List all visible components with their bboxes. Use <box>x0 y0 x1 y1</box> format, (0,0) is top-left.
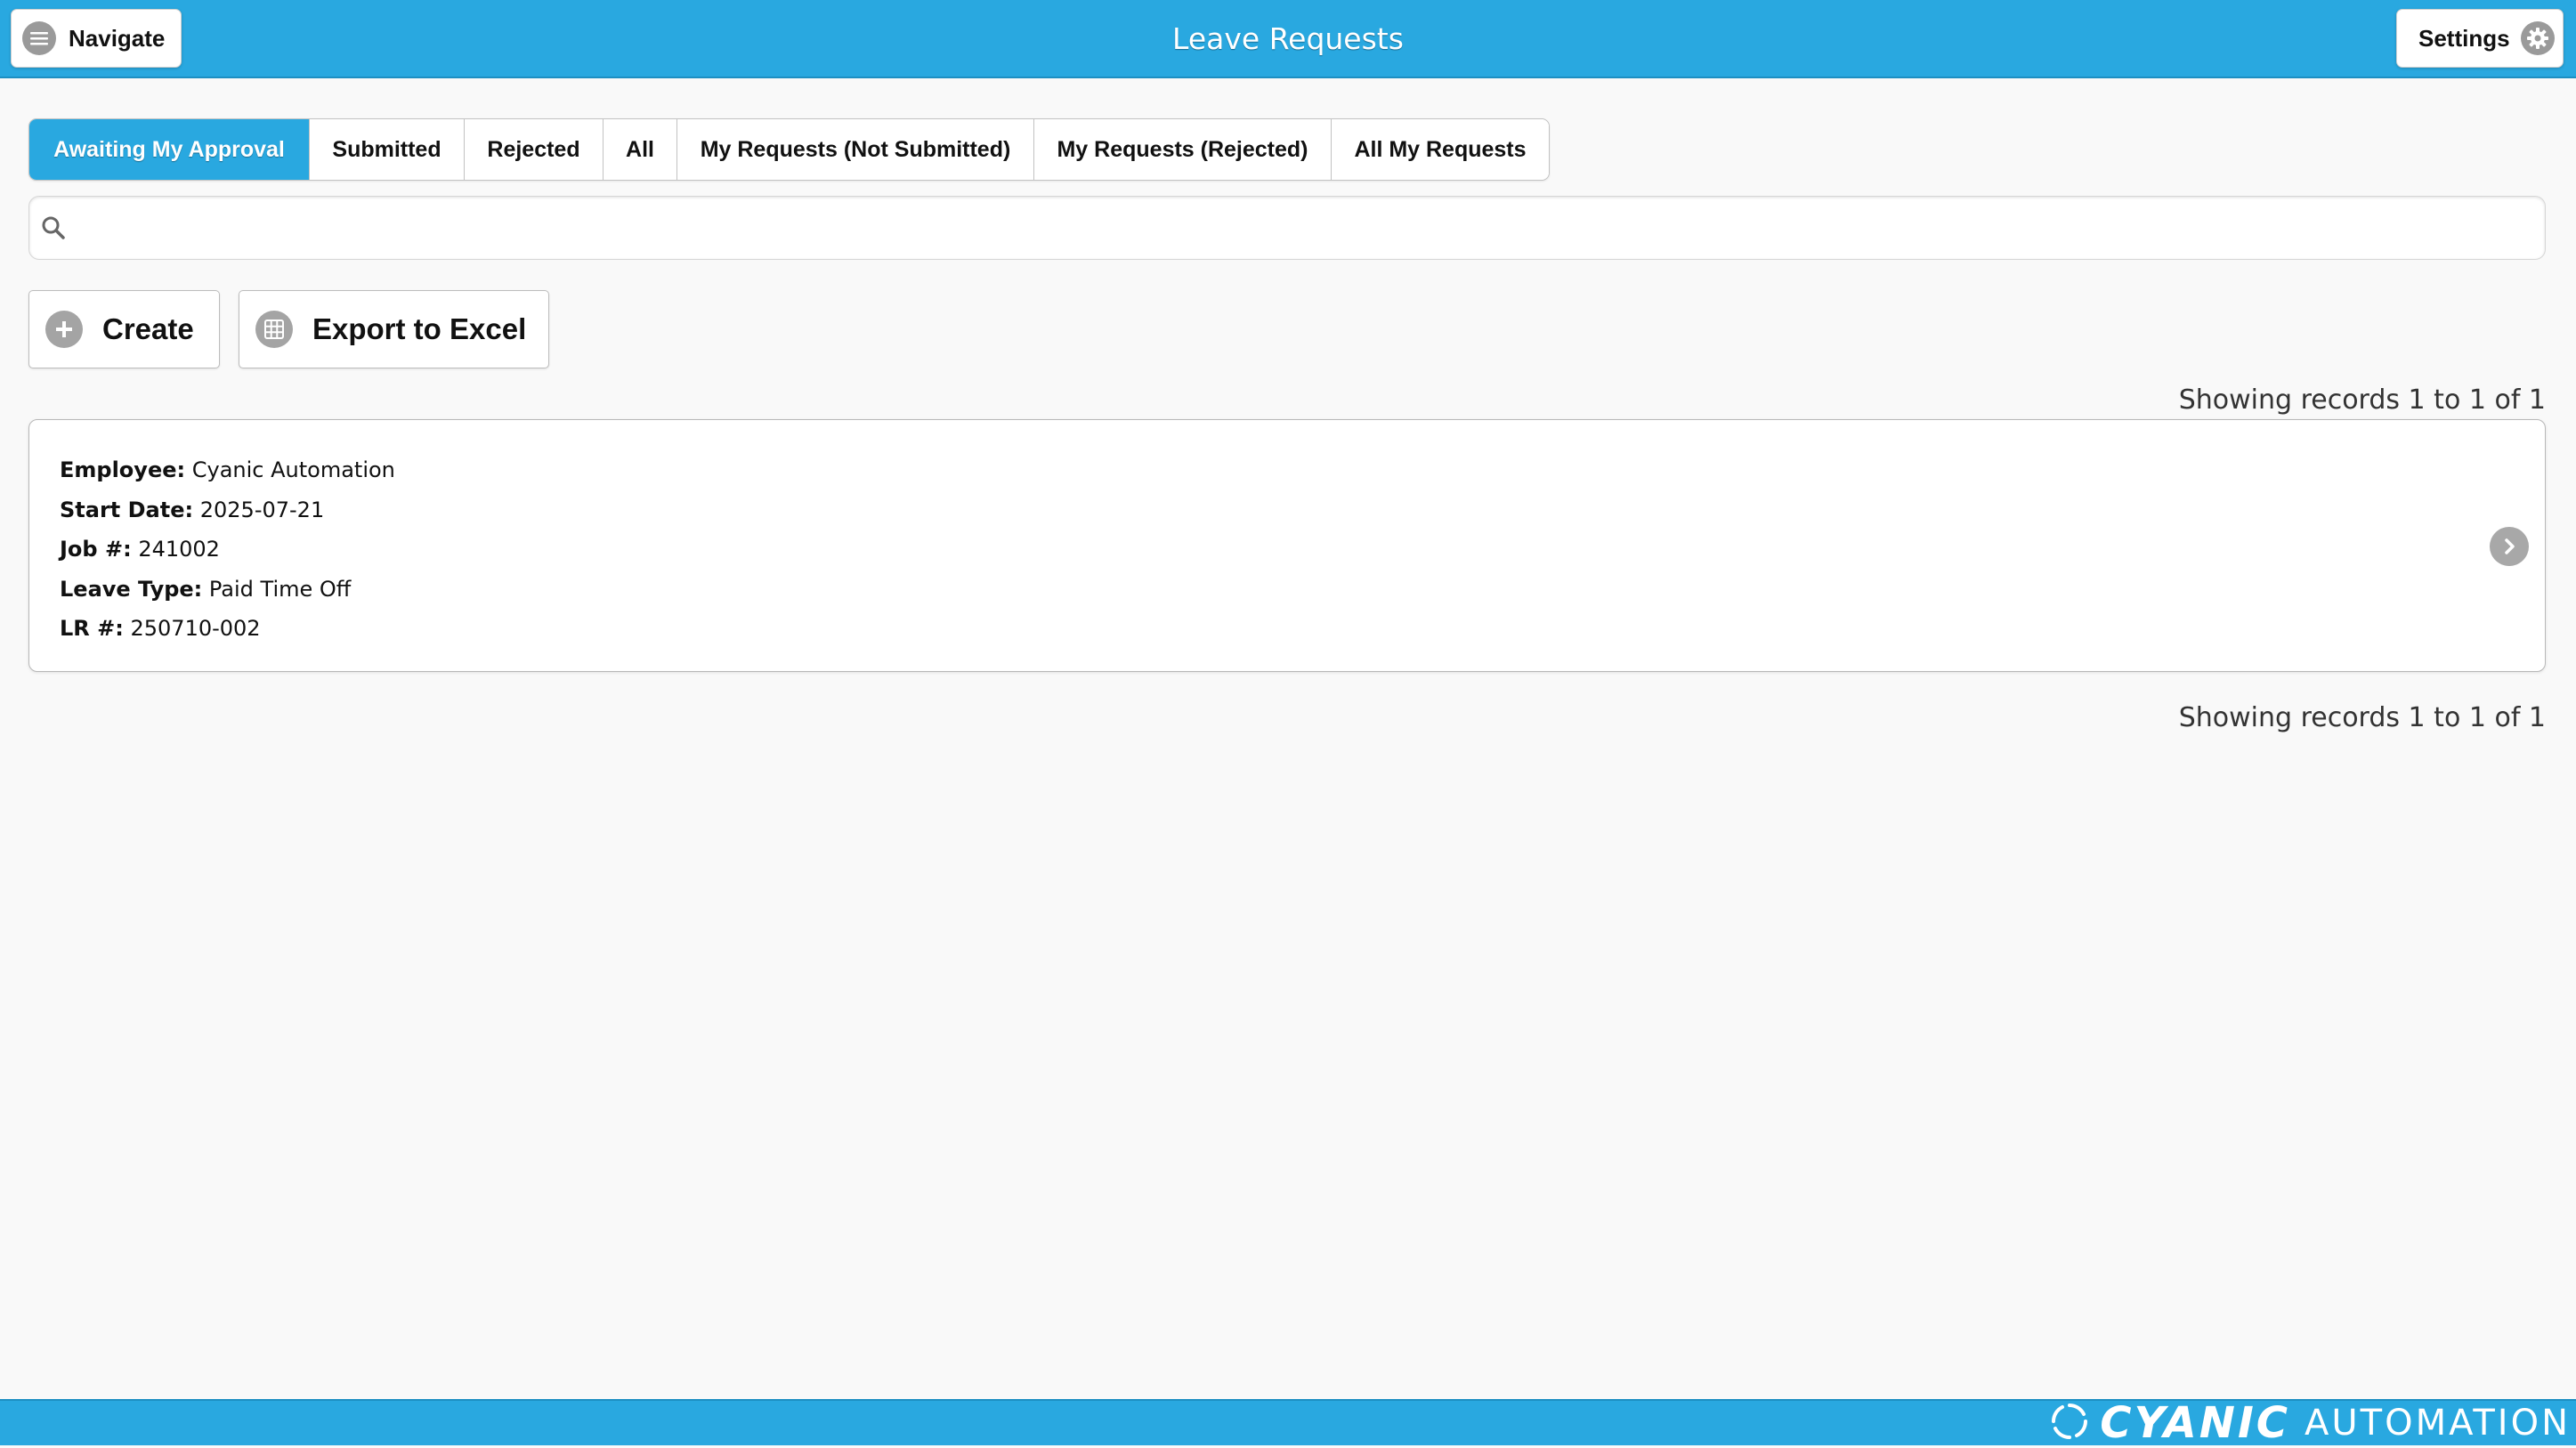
field-label: Job #: <box>60 537 132 562</box>
filter-tabs: Awaiting My Approval Submitted Rejected … <box>28 118 1550 181</box>
field-value: 2025-07-21 <box>199 497 325 522</box>
field-value: Cyanic Automation <box>191 457 395 482</box>
field-label: Leave Type: <box>60 576 203 602</box>
field-value: 250710-002 <box>130 616 261 642</box>
brand-logo: CYANIC AUTOMATION <box>2050 1398 2571 1448</box>
header-bar: Leave Requests Navigate Settings <box>0 0 2576 78</box>
tab-all-my-requests[interactable]: All My Requests <box>1331 119 1549 180</box>
records-count-top: Showing records 1 to 1 of 1 <box>2178 384 2546 416</box>
gear-icon <box>2520 21 2555 55</box>
tab-my-requests-rejected[interactable]: My Requests (Rejected) <box>1033 119 1331 180</box>
search-icon <box>40 214 67 246</box>
brand-name-secondary: AUTOMATION <box>2305 1403 2571 1444</box>
search-input[interactable] <box>79 197 2522 261</box>
field-label: Start Date: <box>60 497 194 522</box>
hamburger-icon <box>22 21 56 55</box>
lr-number-field: LR #: 250710-002 <box>60 609 395 649</box>
field-label: LR #: <box>60 616 124 642</box>
plus-icon <box>45 311 83 348</box>
field-label: Employee: <box>60 457 186 482</box>
tab-rejected[interactable]: Rejected <box>464 119 603 180</box>
navigate-button[interactable]: Navigate <box>11 9 182 68</box>
employee-field: Employee: Cyanic Automation <box>60 450 395 490</box>
settings-label: Settings <box>2418 24 2510 52</box>
tab-all[interactable]: All <box>603 119 676 180</box>
page-title: Leave Requests <box>1172 21 1404 56</box>
start-date-field: Start Date: 2025-07-21 <box>60 490 395 530</box>
settings-button[interactable]: Settings <box>2396 9 2564 68</box>
create-button[interactable]: Create <box>28 290 220 368</box>
grid-icon <box>255 311 293 348</box>
create-label: Create <box>102 312 194 345</box>
footer-bar: CYANIC AUTOMATION <box>0 1398 2576 1448</box>
navigate-label: Navigate <box>69 24 166 52</box>
tab-awaiting-my-approval[interactable]: Awaiting My Approval <box>29 119 309 180</box>
export-to-excel-button[interactable]: Export to Excel <box>239 290 549 368</box>
tab-my-requests-not-submitted[interactable]: My Requests (Not Submitted) <box>676 119 1033 180</box>
leave-type-field: Leave Type: Paid Time Off <box>60 570 395 610</box>
search-bar <box>28 196 2546 261</box>
leave-request-card[interactable]: Employee: Cyanic Automation Start Date: … <box>28 419 2546 672</box>
field-value: 241002 <box>138 537 220 562</box>
brand-name-primary: CYANIC <box>2100 1398 2291 1448</box>
export-label: Export to Excel <box>312 312 527 345</box>
records-count-bottom: Showing records 1 to 1 of 1 <box>2178 702 2546 733</box>
chevron-right-icon[interactable] <box>2490 527 2529 566</box>
brand-logo-icon <box>2050 1402 2089 1445</box>
tab-submitted[interactable]: Submitted <box>309 119 464 180</box>
field-value: Paid Time Off <box>208 576 352 602</box>
job-number-field: Job #: 241002 <box>60 530 395 570</box>
